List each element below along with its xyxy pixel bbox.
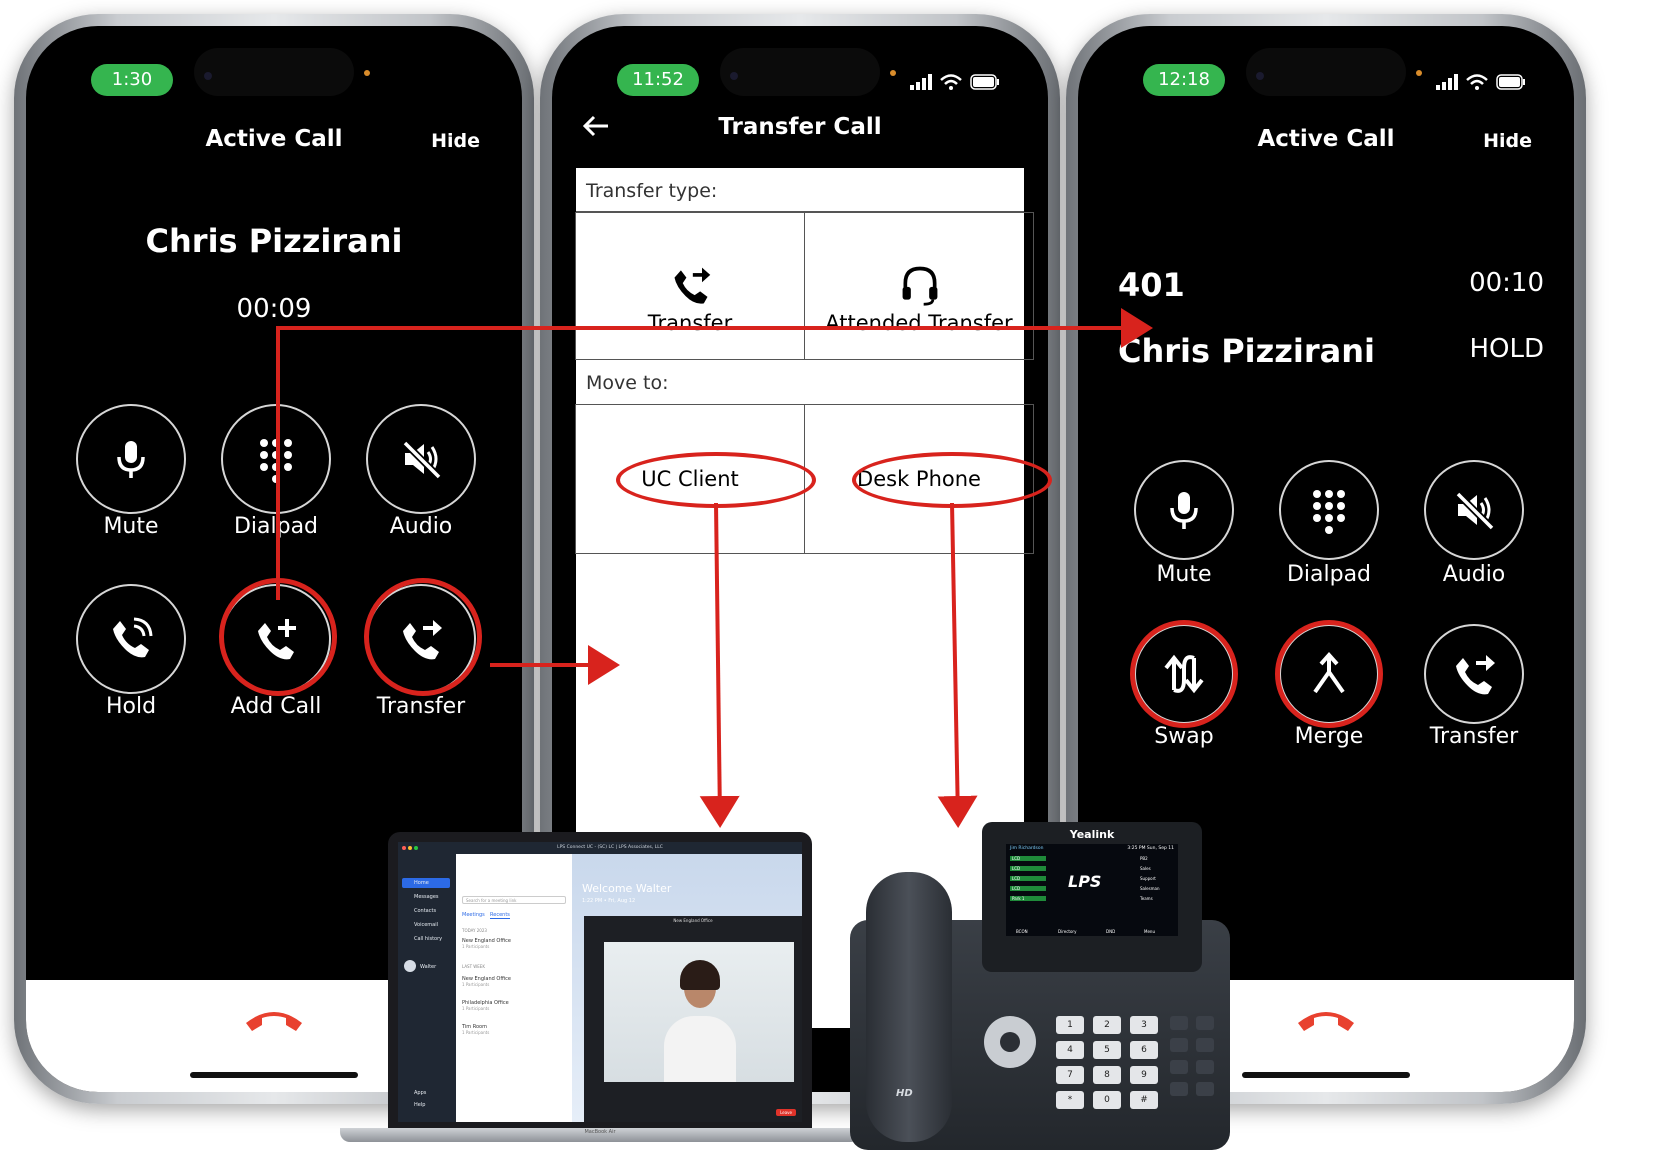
ok-button[interactable]: [1000, 1032, 1020, 1052]
participant-hair: [680, 960, 720, 990]
key-1[interactable]: 1: [1056, 1016, 1084, 1034]
participant-body: [664, 1016, 736, 1082]
nav-cluster[interactable]: [984, 1016, 1036, 1068]
search-input[interactable]: Search for a meeting link: [462, 896, 566, 904]
laptop: LPS Connect UC - (SC) LC | LPS Associate…: [340, 832, 860, 1154]
keypad: 1 2 3 4 5 6 7 8 9 * 0 #: [1056, 1016, 1160, 1116]
sidebar-item-call-history[interactable]: Call history: [414, 936, 442, 942]
function-keys: [1170, 1016, 1220, 1116]
function-key[interactable]: [1170, 1060, 1188, 1074]
window-close-icon[interactable]: [402, 846, 406, 850]
lcd-line[interactable]: LCD: [1010, 876, 1046, 881]
laptop-bezel: LPS Connect UC - (SC) LC | LPS Associate…: [388, 832, 812, 1128]
recent-heading: TODAY 2023: [462, 928, 487, 933]
meeting-item[interactable]: New England Office 1 Participants: [462, 976, 511, 987]
meeting-item[interactable]: Philadelphia Office 1 Participants: [462, 1000, 509, 1011]
window-maximize-icon[interactable]: [414, 846, 418, 850]
lcd-line[interactable]: Salesman: [1140, 886, 1174, 891]
function-key[interactable]: [1170, 1016, 1188, 1030]
leave-button[interactable]: Leave: [776, 1109, 796, 1116]
lcd-logo: LPS: [1068, 872, 1102, 891]
function-key[interactable]: [1196, 1016, 1214, 1030]
welcome-date: 1:22 PM • Fri, Aug 12: [582, 898, 636, 904]
display-housing: Yealink Jim Richardson 3:25 PM Sun, Sep …: [982, 822, 1202, 972]
lcd-screen: Jim Richardson 3:25 PM Sun, Sep 11 LCD L…: [1006, 844, 1178, 936]
sidebar-item-help[interactable]: Help: [414, 1102, 425, 1108]
lcd-line[interactable]: LCD: [1010, 856, 1046, 861]
key-0[interactable]: 0: [1093, 1091, 1121, 1109]
lcd-line[interactable]: Park 1: [1010, 896, 1046, 901]
key-hash[interactable]: #: [1130, 1091, 1158, 1109]
sidebar-item-apps[interactable]: Apps: [414, 1090, 426, 1096]
key-9[interactable]: 9: [1130, 1066, 1158, 1084]
lcd-line[interactable]: PB2: [1140, 856, 1174, 861]
function-key[interactable]: [1196, 1082, 1214, 1096]
lcd-name: Jim Richardson: [1010, 846, 1044, 851]
laptop-model: MacBook Air: [584, 1129, 616, 1135]
softkey-label: BCON: [1016, 929, 1028, 934]
user-name: Walter: [420, 964, 437, 970]
meeting-item[interactable]: Tim Room 1 Participants: [462, 1024, 489, 1035]
tab-meetings[interactable]: Meetings: [462, 912, 485, 918]
key-star[interactable]: *: [1056, 1091, 1084, 1109]
welcome-title: Welcome Walter: [582, 882, 672, 895]
hd-badge: HD: [896, 1088, 913, 1099]
meeting-sub: 1 Participants: [462, 944, 490, 949]
function-key[interactable]: [1170, 1082, 1188, 1096]
softkey-label: Menu: [1144, 929, 1155, 934]
lcd-time: 3:25 PM Sun, Sep 11: [1127, 846, 1174, 851]
brand-logo: Yealink: [1069, 828, 1115, 841]
handset[interactable]: HD: [866, 872, 952, 1142]
sidebar-item-home[interactable]: Home: [402, 878, 450, 888]
function-key[interactable]: [1170, 1038, 1188, 1052]
meeting-sub: 1 Participants: [462, 982, 490, 987]
key-6[interactable]: 6: [1130, 1041, 1158, 1059]
laptop-base: MacBook Air: [340, 1128, 860, 1142]
desk-phone-arrow: [937, 502, 978, 828]
welcome-area: Welcome Walter 1:22 PM • Fri, Aug 12 New…: [572, 854, 802, 1122]
softkey-label: DND: [1106, 929, 1116, 934]
softkey-label: Directory: [1058, 929, 1077, 934]
participant-video: [604, 942, 794, 1082]
key-5[interactable]: 5: [1093, 1041, 1121, 1059]
window-minimize-icon[interactable]: [408, 846, 412, 850]
sidebar-item-messages[interactable]: Messages: [414, 894, 439, 900]
desk-phone-highlight: [852, 452, 1052, 508]
last-week-heading: LAST WEEK: [462, 964, 485, 969]
lcd-line[interactable]: LCD: [1010, 886, 1046, 891]
window-title: LPS Connect UC - (SC) LC | LPS Associate…: [557, 845, 663, 850]
sidebar-item-voicemail[interactable]: Voicemail: [414, 922, 438, 928]
window-titlebar: LPS Connect UC - (SC) LC | LPS Associate…: [398, 842, 802, 854]
video-window: New England Office Leave: [584, 916, 802, 1122]
key-4[interactable]: 4: [1056, 1041, 1084, 1059]
desk-phone: HD Yealink Jim Richardson 3:25 PM Sun, S…: [830, 820, 1250, 1154]
sidebar-item-contacts[interactable]: Contacts: [414, 908, 436, 914]
uc-client-highlight: [616, 452, 816, 508]
meeting-item[interactable]: New England Office 1 Participants: [462, 938, 511, 949]
video-title: New England Office: [673, 918, 713, 923]
meeting-sub: 1 Participants: [462, 1006, 490, 1011]
lcd-line[interactable]: Teams: [1140, 896, 1174, 901]
key-3[interactable]: 3: [1130, 1016, 1158, 1034]
app-sidebar: Home Messages Contacts Voicemail Call hi…: [398, 854, 456, 1122]
lcd-line[interactable]: Support: [1140, 876, 1174, 881]
key-2[interactable]: 2: [1093, 1016, 1121, 1034]
lcd-line[interactable]: LCD: [1010, 866, 1046, 871]
key-8[interactable]: 8: [1093, 1066, 1121, 1084]
tab-recents[interactable]: Recents: [490, 912, 510, 919]
avatar[interactable]: [404, 960, 416, 972]
function-key[interactable]: [1196, 1060, 1214, 1074]
meeting-sub: 1 Participants: [462, 1030, 490, 1035]
laptop-screen: LPS Connect UC - (SC) LC | LPS Associate…: [398, 842, 802, 1122]
meetings-panel: Search for a meeting link Meetings Recen…: [456, 854, 573, 1122]
function-key[interactable]: [1196, 1038, 1214, 1052]
uc-client-arrow: [699, 502, 740, 828]
key-7[interactable]: 7: [1056, 1066, 1084, 1084]
lcd-line[interactable]: Sales: [1140, 866, 1174, 871]
